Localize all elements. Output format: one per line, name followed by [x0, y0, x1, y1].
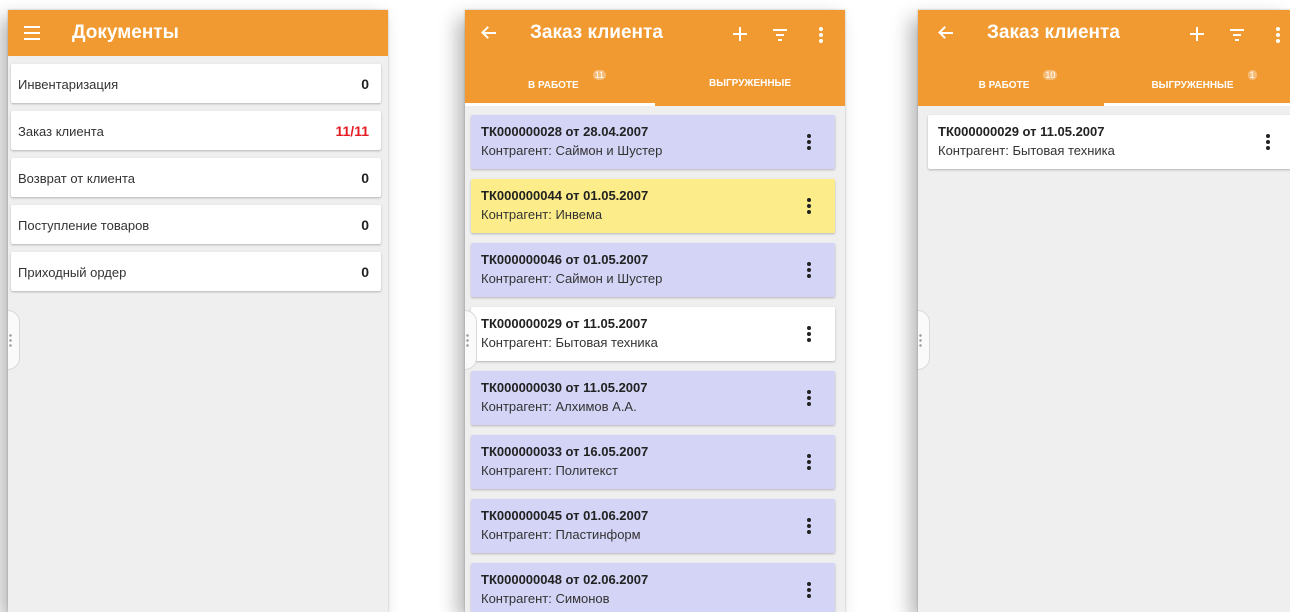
- document-row-inventory[interactable]: Инвентаризация 0: [11, 64, 381, 103]
- document-row-customer-order[interactable]: Заказ клиента 11/11: [11, 111, 381, 150]
- tab-badge: 10: [1043, 70, 1058, 80]
- filter-icon[interactable]: [773, 29, 787, 41]
- tab-uploaded[interactable]: ВЫГРУЖЕННЫЕ 1: [1104, 56, 1290, 106]
- order-card[interactable]: ТК000000046 от 01.05.2007 Контрагент: Са…: [471, 243, 835, 297]
- order-number: ТК000000028 от 28.04.2007: [481, 124, 649, 139]
- order-card[interactable]: ТК000000045 от 01.06.2007 Контрагент: Пл…: [471, 499, 835, 553]
- more-vert-icon[interactable]: [819, 27, 823, 43]
- order-number: ТК000000029 от 11.05.2007: [481, 316, 648, 331]
- tab-label: В РАБОТЕ: [978, 80, 1030, 91]
- customer-orders-uploaded-screen: Заказ клиента В РАБОТЕ 10 ВЫГРУЖЕННЫЕ 1 ТК…: [918, 10, 1290, 612]
- page-title: Документы: [72, 22, 179, 43]
- more-vert-icon[interactable]: [1276, 27, 1280, 43]
- more-vert-icon[interactable]: [807, 262, 811, 278]
- tab-in-work[interactable]: В РАБОТЕ 10: [918, 56, 1104, 106]
- order-number: ТК000000045 от 01.06.2007: [481, 508, 649, 523]
- order-partner: Контрагент: Саймон и Шустер: [481, 271, 663, 286]
- drawer-handle[interactable]: [465, 310, 477, 370]
- order-card[interactable]: ТК000000029 от 11.05.2007 Контрагент: Бы…: [928, 115, 1290, 169]
- tab-label: ВЫГРУЖЕННЫЕ: [708, 78, 792, 89]
- tab-bar: В РАБОТЕ 11 ВЫГРУЖЕННЫЕ: [465, 56, 845, 106]
- order-number: ТК000000030 от 11.05.2007: [481, 380, 648, 395]
- more-vert-icon[interactable]: [807, 518, 811, 534]
- more-vert-icon[interactable]: [1266, 134, 1270, 150]
- back-arrow-icon[interactable]: [481, 25, 497, 41]
- order-partner: Контрагент: Симонов: [481, 591, 610, 606]
- order-number: ТК000000048 от 02.06.2007: [481, 572, 649, 587]
- app-bar: Заказ клиента: [465, 10, 845, 56]
- tab-badge: 11: [592, 70, 607, 80]
- order-card[interactable]: ТК000000028 от 28.04.2007 Контрагент: Са…: [471, 115, 835, 169]
- tab-label: ВЫГРУЖЕННЫЕ: [1151, 80, 1234, 91]
- order-partner: Контрагент: Политекст: [481, 463, 618, 478]
- more-vert-icon[interactable]: [807, 454, 811, 470]
- order-partner: Контрагент: Бытовая техника: [938, 143, 1115, 158]
- menu-icon[interactable]: [24, 26, 40, 40]
- tab-uploaded[interactable]: ВЫГРУЖЕННЫЕ: [655, 56, 845, 106]
- tab-label: В РАБОТЕ: [527, 80, 579, 91]
- order-card[interactable]: ТК000000033 от 16.05.2007 Контрагент: По…: [471, 435, 835, 489]
- more-vert-icon[interactable]: [807, 134, 811, 150]
- customer-orders-in-work-screen: Заказ клиента В РАБОТЕ 11 ВЫГРУЖЕННЫЕ ТК0…: [465, 10, 845, 612]
- order-partner: Контрагент: Алхимов А.А.: [481, 399, 637, 414]
- order-number: ТК000000046 от 01.05.2007: [481, 252, 649, 267]
- order-number: ТК000000044 от 01.05.2007: [481, 188, 649, 203]
- add-icon[interactable]: [1190, 27, 1204, 41]
- order-card[interactable]: ТК000000029 от 11.05.2007 Контрагент: Бы…: [471, 307, 835, 361]
- more-vert-icon[interactable]: [807, 582, 811, 598]
- page-title: Заказ клиента: [530, 22, 663, 43]
- document-row-receipt-order[interactable]: Приходный ордер 0: [11, 252, 381, 291]
- document-count: 0: [361, 76, 369, 92]
- app-bar: Заказ клиента: [918, 10, 1290, 56]
- tab-badge: 1: [1247, 70, 1257, 80]
- more-vert-icon[interactable]: [807, 326, 811, 342]
- order-card[interactable]: ТК000000048 от 02.06.2007 Контрагент: Си…: [471, 563, 835, 612]
- document-type-list: Инвентаризация 0 Заказ клиента 11/11 Воз…: [8, 56, 388, 291]
- document-row-goods-receipt[interactable]: Поступление товаров 0: [11, 205, 381, 244]
- add-icon[interactable]: [733, 27, 747, 41]
- document-type-label: Инвентаризация: [18, 77, 119, 92]
- page-title: Заказ клиента: [987, 22, 1120, 43]
- document-count: 0: [361, 170, 369, 186]
- order-list: ТК000000029 от 11.05.2007 Контрагент: Бы…: [918, 106, 1290, 169]
- order-partner: Контрагент: Пластинформ: [481, 527, 641, 542]
- documents-screen: Документы Инвентаризация 0 Заказ клиента…: [8, 10, 388, 612]
- order-card[interactable]: ТК000000044 от 01.05.2007 Контрагент: Ин…: [471, 179, 835, 233]
- back-arrow-icon[interactable]: [938, 25, 954, 41]
- document-type-label: Поступление товаров: [18, 218, 150, 233]
- document-row-customer-return[interactable]: Возврат от клиента 0: [11, 158, 381, 197]
- document-type-label: Заказ клиента: [18, 124, 104, 139]
- order-partner: Контрагент: Бытовая техника: [481, 335, 658, 350]
- more-vert-icon[interactable]: [807, 198, 811, 214]
- tab-in-work[interactable]: В РАБОТЕ 11: [465, 56, 655, 106]
- order-partner: Контрагент: Саймон и Шустер: [481, 143, 663, 158]
- drawer-handle[interactable]: [918, 310, 930, 370]
- drawer-handle[interactable]: [8, 310, 20, 370]
- tab-bar: В РАБОТЕ 10 ВЫГРУЖЕННЫЕ 1: [918, 56, 1290, 106]
- filter-icon[interactable]: [1230, 29, 1244, 41]
- app-bar: Документы: [8, 10, 388, 56]
- document-count: 0: [361, 217, 369, 233]
- order-list: ТК000000028 от 28.04.2007 Контрагент: Са…: [465, 106, 845, 612]
- document-type-label: Приходный ордер: [18, 265, 127, 280]
- order-number: ТК000000033 от 16.05.2007: [481, 444, 649, 459]
- document-type-label: Возврат от клиента: [18, 171, 135, 186]
- order-partner: Контрагент: Инвема: [481, 207, 603, 222]
- document-count: 11/11: [335, 123, 370, 139]
- document-count: 0: [361, 264, 369, 280]
- order-number: ТК000000029 от 11.05.2007: [938, 124, 1105, 139]
- order-card[interactable]: ТК000000030 от 11.05.2007 Контрагент: Ал…: [471, 371, 835, 425]
- more-vert-icon[interactable]: [807, 390, 811, 406]
